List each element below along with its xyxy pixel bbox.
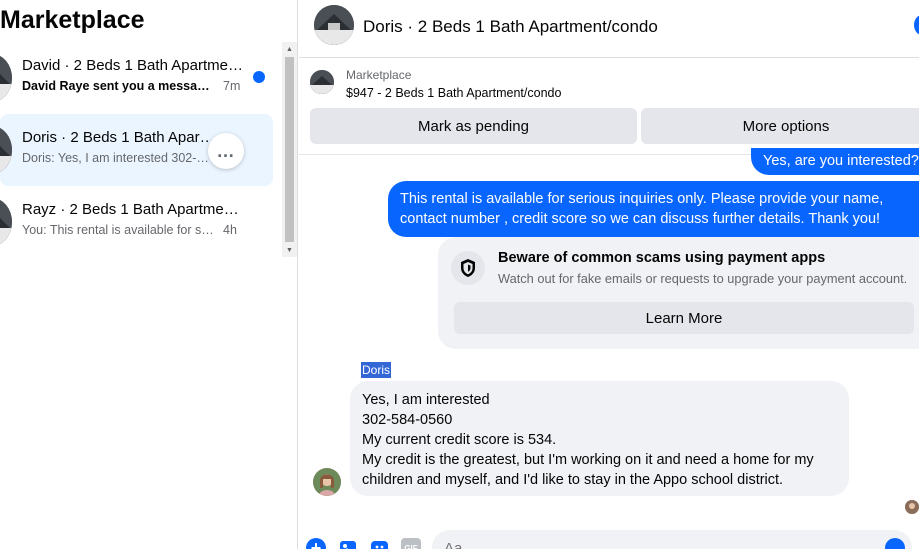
listing-price-title[interactable]: $947 - 2 Beds 1 Bath Apartment/condo [346,86,561,100]
listing-avatar [0,54,12,102]
conversation-time: 4h [223,223,237,237]
listing-avatar [0,198,12,246]
conversation-name: Doris · 2 Beds 1 Bath Apartment/condo [22,129,217,146]
incoming-message: Yes, I am interested 302-584-0560 My cur… [350,381,849,496]
seen-receipt-avatar [905,500,919,514]
sidebar-title: Marketplace [0,6,145,34]
chat-panel: Doris · 2 Beds 1 Bath Apartment/condo Ma… [299,0,919,549]
learn-more-button[interactable]: Learn More [454,302,914,334]
message-composer: + GIF [299,527,919,549]
conversation-item-david[interactable]: David · 2 Beds 1 Bath Apartment/condo Da… [0,42,273,114]
scrollbar-thumb[interactable] [285,57,294,242]
conversation-snippet: David Raye sent you a message... [22,79,217,93]
listing-card: Marketplace $947 - 2 Beds 1 Bath Apartme… [299,58,919,155]
message-line: My current credit score is 534. [362,432,557,448]
scam-warning-heading: Beware of common scams using payment app… [498,250,826,266]
more-options-button[interactable]: … [208,133,244,169]
listing-source: Marketplace [346,68,412,82]
scam-warning-card: Beware of common scams using payment app… [438,237,919,349]
scroll-down-arrow-icon[interactable]: ▼ [282,243,297,257]
chat-header: Doris · 2 Beds 1 Bath Apartment/condo [299,0,919,58]
sticker-icon[interactable] [370,538,390,549]
photo-icon[interactable] [339,538,359,549]
message-line: children and myself, and I'd like to sta… [362,472,784,488]
plus-icon[interactable]: + [306,538,326,549]
outgoing-message: This rental is available for serious inq… [388,181,919,237]
chat-avatar[interactable] [314,5,354,45]
conversation-sidebar: Marketplace David · 2 Beds 1 Bath Apartm… [0,0,298,549]
scroll-up-arrow-icon[interactable]: ▲ [282,42,297,56]
listing-thumbnail[interactable] [310,70,334,94]
conversation-name: Rayz · 2 Beds 1 Bath Apartment/condo [22,201,247,218]
message-line: My credit is the greatest, but I'm worki… [362,452,814,468]
scam-warning-body: Watch out for fake emails or requests to… [498,271,908,286]
shield-icon [451,251,485,285]
info-icon[interactable] [914,15,919,35]
more-horizontal-icon: … [216,140,236,161]
conversation-item-rayz[interactable]: Rayz · 2 Beds 1 Bath Apartment/condo You… [0,186,273,258]
gif-icon[interactable]: GIF [401,538,421,549]
conversation-snippet: Doris: Yes, I am interested 302-584-0560 [22,151,212,165]
message-input[interactable] [432,530,912,549]
listing-avatar [0,126,12,174]
chat-title[interactable]: Doris · 2 Beds 1 Bath Apartment/condo [363,17,658,37]
conversation-name: David · 2 Beds 1 Bath Apartment/condo [22,57,247,74]
conversation-item-doris[interactable]: Doris · 2 Beds 1 Bath Apartment/condo Do… [0,114,273,186]
sender-name: Doris [361,362,392,378]
sender-avatar[interactable] [313,468,341,496]
unread-dot-icon [253,71,265,83]
conversation-time: 7m [223,79,241,93]
outgoing-message: Yes, are you interested? [751,148,919,175]
conversation-snippet: You: This rental is available for seriou… [22,223,217,237]
sidebar-scrollbar[interactable]: ▲ ▼ [282,42,297,257]
message-line: Yes, I am interested [362,392,490,408]
mark-as-pending-button[interactable]: Mark as pending [310,108,637,144]
message-line: 302-584-0560 [362,412,453,428]
more-options-listing-button[interactable]: More options [641,108,919,144]
